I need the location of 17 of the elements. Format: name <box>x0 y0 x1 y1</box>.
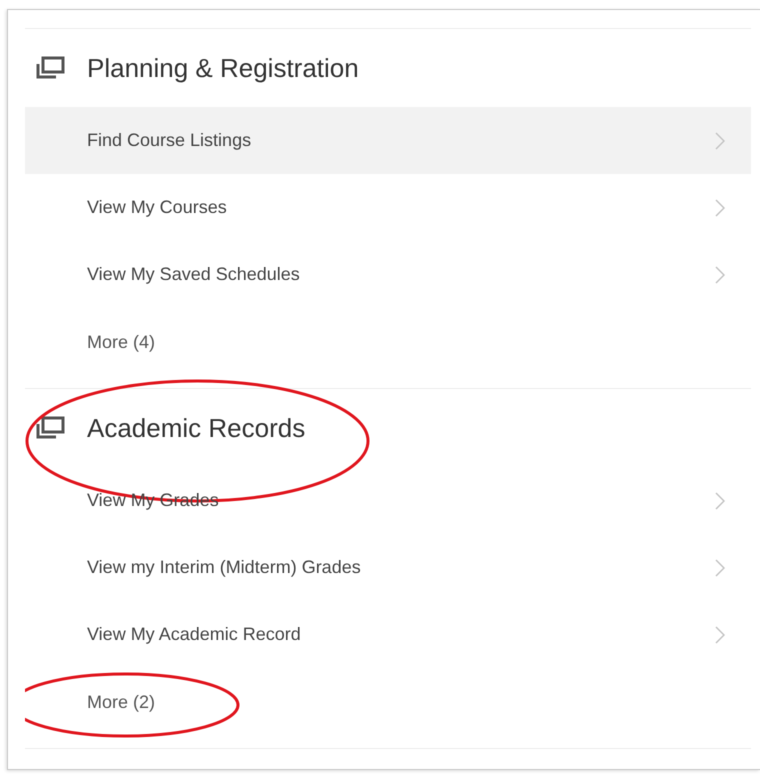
section-title: Academic Records <box>87 412 306 444</box>
chevron-right-icon <box>715 558 725 576</box>
more-link[interactable]: More (4) <box>25 308 751 376</box>
section-title: Planning & Registration <box>87 52 359 84</box>
menu-item[interactable]: Find Course Listings <box>25 107 751 174</box>
chevron-right-icon <box>715 492 725 510</box>
menu-item[interactable]: View My Courses <box>25 174 751 241</box>
chevron-right-icon <box>715 132 725 150</box>
chevron-right-icon <box>715 198 725 216</box>
more-link[interactable]: More (2) <box>25 668 751 736</box>
chevron-right-icon <box>715 626 725 644</box>
menu-item[interactable]: View my Interim (Midterm) Grades <box>25 534 751 601</box>
menu-item[interactable]: View My Academic Record <box>25 601 751 668</box>
chevron-right-icon <box>715 266 725 284</box>
windows-icon <box>35 56 65 80</box>
windows-icon <box>35 416 65 440</box>
menu-item[interactable]: View My Saved Schedules <box>25 241 751 308</box>
